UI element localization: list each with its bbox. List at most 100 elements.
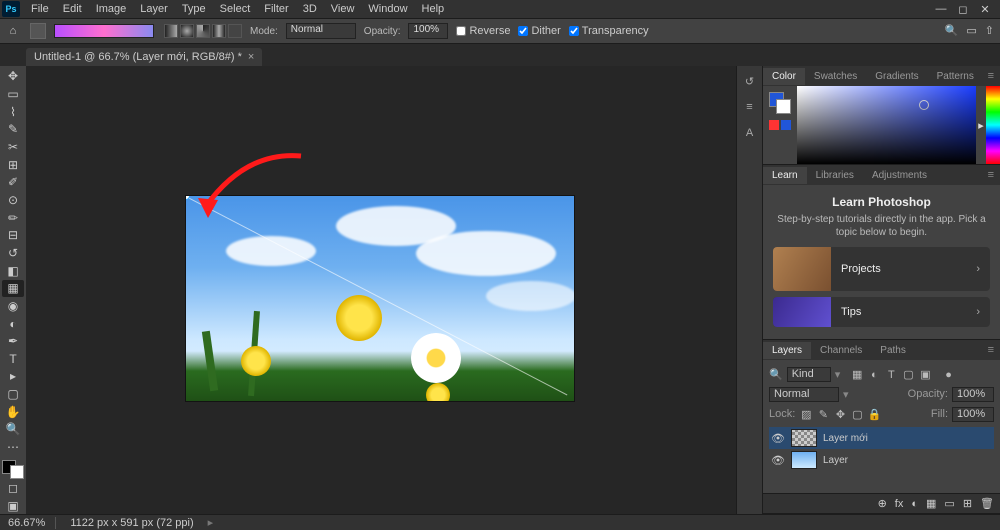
lock-paint-icon[interactable]: ✎ xyxy=(816,408,830,421)
filter-adjust-icon[interactable]: ◐ xyxy=(867,369,881,381)
window-close-icon[interactable]: ✕ xyxy=(976,3,994,16)
layer-name[interactable]: Layer mới xyxy=(823,433,868,444)
filter-smart-icon[interactable]: ▣ xyxy=(918,368,932,381)
layers-tab[interactable]: Layers xyxy=(763,342,811,359)
link-layers-icon[interactable]: ⊕ xyxy=(878,497,887,510)
menu-file[interactable]: File xyxy=(24,1,56,17)
blur-tool[interactable]: ◉ xyxy=(2,298,24,315)
path-select-tool[interactable]: ▸ xyxy=(2,368,24,385)
gradient-tool[interactable]: ▦ xyxy=(2,280,24,297)
properties-panel-icon[interactable]: ≡ xyxy=(741,98,759,116)
search-icon[interactable]: 🔍 xyxy=(945,24,959,37)
frame-tool[interactable]: ⊞ xyxy=(2,156,24,173)
adjustments-tab[interactable]: Adjustments xyxy=(863,167,936,184)
filter-toggle-icon[interactable]: ● xyxy=(942,369,956,381)
layer-name[interactable]: Layer xyxy=(823,455,848,466)
menu-select[interactable]: Select xyxy=(213,1,258,17)
lasso-tool[interactable]: ⌇ xyxy=(2,103,24,120)
adjustment-layer-icon[interactable]: ▦ xyxy=(926,497,936,510)
menu-layer[interactable]: Layer xyxy=(133,1,175,17)
learn-card-tips[interactable]: Tips › xyxy=(773,297,990,327)
group-icon[interactable]: ▭ xyxy=(944,497,954,510)
gradient-diamond-icon[interactable] xyxy=(228,24,242,38)
lock-transparency-icon[interactable]: ▨ xyxy=(799,408,813,421)
window-restore-icon[interactable]: ◻ xyxy=(954,3,972,16)
color-field[interactable] xyxy=(797,86,976,164)
window-minimize-icon[interactable]: — xyxy=(932,3,950,16)
char-panel-icon[interactable]: A xyxy=(741,124,759,142)
quick-select-tool[interactable]: ✎ xyxy=(2,121,24,138)
patterns-tab[interactable]: Patterns xyxy=(928,68,983,85)
zoom-tool[interactable]: 🔍 xyxy=(2,421,24,438)
gradient-angle-icon[interactable] xyxy=(196,24,210,38)
menu-window[interactable]: Window xyxy=(361,1,414,17)
learn-tab[interactable]: Learn xyxy=(763,167,807,184)
lock-all-icon[interactable]: 🔒 xyxy=(868,408,882,421)
filter-type-icon[interactable]: T xyxy=(884,369,898,381)
history-panel-icon[interactable]: ↺ xyxy=(741,72,759,90)
eraser-tool[interactable]: ◧ xyxy=(2,262,24,279)
heal-tool[interactable]: ⊙ xyxy=(2,192,24,209)
pen-tool[interactable]: ✒ xyxy=(2,333,24,350)
reverse-checkbox[interactable]: Reverse xyxy=(456,25,510,37)
dodge-tool[interactable]: ◐ xyxy=(2,315,24,332)
lock-position-icon[interactable]: ✥ xyxy=(833,408,847,421)
transparency-checkbox[interactable]: Transparency xyxy=(569,25,649,37)
new-layer-icon[interactable]: ⊞ xyxy=(963,497,972,510)
gradients-tab[interactable]: Gradients xyxy=(866,68,927,85)
filter-pixel-icon[interactable]: ▦ xyxy=(850,368,864,381)
layer-row[interactable]: 👁 Layer mới xyxy=(769,427,994,449)
menu-filter[interactable]: Filter xyxy=(257,1,295,17)
paths-tab[interactable]: Paths xyxy=(871,342,915,359)
layer-mask-icon[interactable]: ◐ xyxy=(911,498,918,510)
document-tab[interactable]: Untitled-1 @ 66.7% (Layer mới, RGB/8#) *… xyxy=(26,48,262,66)
menu-3d[interactable]: 3D xyxy=(296,1,324,17)
document-canvas[interactable] xyxy=(186,196,574,401)
layer-fx-icon[interactable]: fx xyxy=(895,498,904,510)
more-tools[interactable]: ⋯ xyxy=(2,439,24,456)
delete-layer-icon[interactable]: 🗑 xyxy=(980,497,994,510)
layer-row[interactable]: 👁 Layer xyxy=(769,449,994,471)
channels-tab[interactable]: Channels xyxy=(811,342,871,359)
tool-preset-icon[interactable] xyxy=(30,23,46,39)
share-icon[interactable]: ⇧ xyxy=(985,24,994,37)
move-tool[interactable]: ✥ xyxy=(2,68,24,85)
menu-view[interactable]: View xyxy=(324,1,362,17)
document-dimensions[interactable]: 1122 px x 591 px (72 ppi) xyxy=(70,517,193,529)
filter-shape-icon[interactable]: ▢ xyxy=(901,368,915,381)
screen-mode-icon[interactable]: ▣ xyxy=(2,497,24,514)
hue-slider-arrow[interactable]: ▸ xyxy=(976,86,986,164)
menu-image[interactable]: Image xyxy=(89,1,134,17)
quick-mask-icon[interactable]: ◻ xyxy=(2,480,24,497)
color-fgbg-swatch[interactable] xyxy=(769,92,791,114)
marquee-tool[interactable]: ▭ xyxy=(2,86,24,103)
gradient-reflected-icon[interactable] xyxy=(212,24,226,38)
eyedropper-tool[interactable]: ✐ xyxy=(2,174,24,191)
workspace-icon[interactable]: ▭ xyxy=(966,24,976,37)
brush-tool[interactable]: ✏ xyxy=(2,209,24,226)
home-icon[interactable]: ⌂ xyxy=(4,22,22,40)
opacity-field[interactable]: 100% xyxy=(408,23,448,39)
blend-mode-select[interactable]: Normal xyxy=(769,387,839,402)
swatches-tab[interactable]: Swatches xyxy=(805,68,866,85)
visibility-icon[interactable]: 👁 xyxy=(771,454,785,467)
panel-menu-icon[interactable]: ≡ xyxy=(988,169,1000,181)
fill-field[interactable]: 100% xyxy=(952,407,994,422)
layer-opacity-field[interactable]: 100% xyxy=(952,387,994,402)
menu-help[interactable]: Help xyxy=(415,1,452,17)
zoom-readout[interactable]: 66.67% xyxy=(8,517,56,529)
gradient-radial-icon[interactable] xyxy=(180,24,194,38)
shape-tool[interactable]: ▢ xyxy=(2,386,24,403)
close-icon[interactable]: × xyxy=(248,51,254,63)
canvas-area[interactable] xyxy=(26,66,736,514)
gradient-linear-icon[interactable] xyxy=(164,24,178,38)
type-tool[interactable]: T xyxy=(2,351,24,368)
gradient-preview[interactable] xyxy=(54,24,154,38)
crop-tool[interactable]: ✂ xyxy=(2,139,24,156)
history-brush-tool[interactable]: ↺ xyxy=(2,245,24,262)
panel-menu-icon[interactable]: ≡ xyxy=(988,344,1000,356)
layer-thumbnail[interactable] xyxy=(791,451,817,469)
stamp-tool[interactable]: ⊟ xyxy=(2,227,24,244)
color-tab[interactable]: Color xyxy=(763,68,805,85)
libraries-tab[interactable]: Libraries xyxy=(807,167,863,184)
